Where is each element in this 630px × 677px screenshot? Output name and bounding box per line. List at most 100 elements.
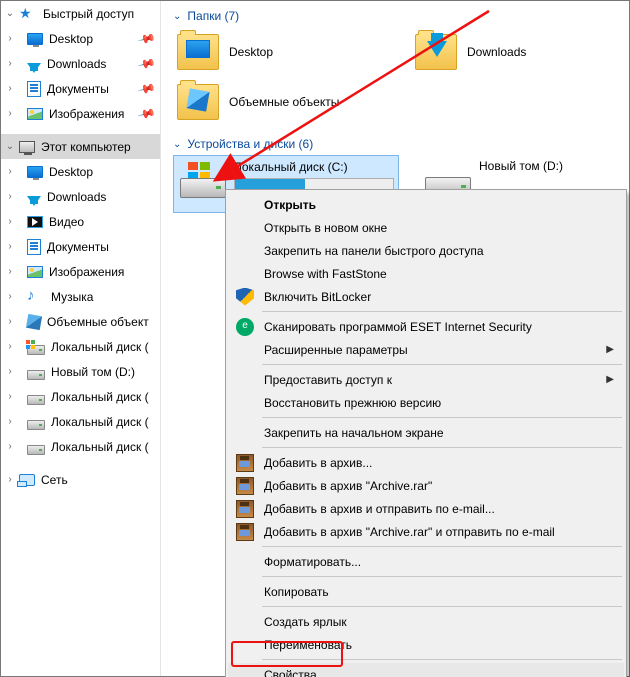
ctx-rar-add[interactable]: Добавить в архив... [228,451,624,474]
tree-item[interactable]: › Локальный диск ( [1,409,160,434]
tree-quick-access[interactable]: ⌄ Быстрый доступ [1,1,160,26]
ctx-restore-version[interactable]: Восстановить прежнюю версию [228,391,624,414]
folder-tile[interactable]: Downloads [411,27,629,77]
tree-label: Видео [49,215,84,229]
chevron-right-icon: › [5,216,15,227]
ctx-bitlocker[interactable]: Включить BitLocker [228,285,624,308]
doc-icon [27,239,41,255]
group-header-label: Папки (7) [187,9,239,23]
drive-icon [27,395,45,405]
tree-label: Изображения [49,107,124,121]
tree-item[interactable]: ›Downloads📌 [1,51,160,76]
folder-icon [177,84,219,120]
folder-icon [415,34,457,70]
chevron-right-icon: › [5,191,15,202]
separator [262,364,622,365]
chevron-down-icon: ⌄ [173,11,181,22]
folder-tile[interactable]: Объемные объекты [173,77,403,127]
tree-this-pc[interactable]: ⌄ Этот компьютер [1,134,160,159]
chevron-right-icon: › [5,316,15,327]
tree-network[interactable]: › Сеть [1,467,160,492]
chevron-down-icon: ⌄ [5,141,15,152]
tree-item[interactable]: ›Desktop📌 [1,26,160,51]
tree-item[interactable]: › Документы [1,234,160,259]
chevron-right-icon: › [5,33,15,44]
chevron-right-icon: › [5,391,15,402]
ctx-open-new-window[interactable]: Открыть в новом окне [228,216,624,239]
ctx-shortcut[interactable]: Создать ярлык [228,610,624,633]
navigation-tree: ⌄ Быстрый доступ ›Desktop📌›Downloads📌›До… [1,1,161,676]
winrar-icon [236,477,254,495]
chevron-right-icon: › [5,83,15,94]
ctx-rar-here-mail[interactable]: Добавить в архив "Archive.rar" и отправи… [228,520,624,543]
chevron-right-icon: › [5,108,15,119]
tree-label: Desktop [49,32,93,46]
ctx-pin-start[interactable]: Закрепить на начальном экране [228,421,624,444]
dl-icon [27,63,41,73]
chevron-right-icon: › [5,291,15,302]
ctx-browse-faststone[interactable]: Browse with FastStone [228,262,624,285]
tree-label: Downloads [47,57,106,71]
img-icon [27,266,43,278]
tree-item[interactable]: ›Музыка [1,284,160,309]
tree-label: Downloads [47,190,106,204]
chevron-down-icon: ⌄ [173,139,181,150]
tree-item[interactable]: › Изображения 📌 [1,101,160,126]
network-icon [19,474,35,486]
star-icon [19,6,37,22]
tree-item[interactable]: › Видео [1,209,160,234]
tree-label: Локальный диск ( [51,415,149,429]
eset-icon: e [236,318,254,336]
tree-item[interactable]: ›Локальный диск ( [1,334,160,359]
ctx-properties[interactable]: Свойства [228,663,624,677]
tree-item[interactable]: › Объемные объект [1,309,160,334]
tree-label: Новый том (D:) [51,365,135,379]
chevron-right-icon: › [5,416,15,427]
ctx-eset-advanced[interactable]: Расширенные параметры▶ [228,338,624,361]
ctx-format[interactable]: Форматировать... [228,550,624,573]
context-menu: Открыть Открыть в новом окне Закрепить н… [225,189,627,677]
pc-icon [19,141,35,153]
tree-label: Объемные объект [47,315,149,329]
chevron-right-icon: ▶ [606,374,614,385]
cube-icon [26,313,42,329]
ctx-rar-mail[interactable]: Добавить в архив и отправить по e-mail..… [228,497,624,520]
tree-item[interactable]: ›Desktop [1,159,160,184]
ctx-rename[interactable]: Переименовать [228,633,624,656]
folder-icon [177,34,219,70]
group-header-drives[interactable]: ⌄ Устройства и диски (6) [173,137,629,151]
ctx-pin-quick-access[interactable]: Закрепить на панели быстрого доступа [228,239,624,262]
tree-item[interactable]: › Документы 📌 [1,76,160,101]
tree-label: Быстрый доступ [43,7,134,21]
tree-item[interactable]: › Downloads [1,184,160,209]
group-header-folders[interactable]: ⌄ Папки (7) [173,9,629,23]
ctx-eset-scan[interactable]: e Сканировать программой ESET Internet S… [228,315,624,338]
tree-label: Документы [47,240,109,254]
chevron-right-icon: › [5,58,15,69]
drive-icon [180,162,226,198]
ctx-rar-add-here[interactable]: Добавить в архив "Archive.rar" [228,474,624,497]
tree-label: Документы [47,82,109,96]
tree-label: Desktop [49,165,93,179]
drive-label: Новый том (D:) [479,159,563,173]
ctx-copy[interactable]: Копировать [228,580,624,603]
tree-item[interactable]: ›Локальный диск ( [1,384,160,409]
tree-item[interactable]: ›Изображения [1,259,160,284]
tree-item[interactable]: ›Локальный диск ( [1,434,160,459]
ctx-open[interactable]: Открыть [228,193,624,216]
chevron-right-icon: › [5,241,15,252]
pin-icon: 📌 [137,79,157,99]
pin-icon: 📌 [137,104,157,124]
chevron-right-icon: › [5,441,15,452]
tree-item[interactable]: ›Новый том (D:) [1,359,160,384]
desktop-icon [27,166,43,178]
folder-tile[interactable]: Desktop [173,27,391,77]
drive-icon [27,370,45,380]
dl-icon [27,196,41,206]
tree-label: Изображения [49,265,124,279]
video-icon [27,216,43,228]
ctx-grant-access[interactable]: Предоставить доступ к▶ [228,368,624,391]
drive-icon [27,345,45,355]
tree-label: Сеть [41,473,68,487]
doc-icon [27,81,41,97]
